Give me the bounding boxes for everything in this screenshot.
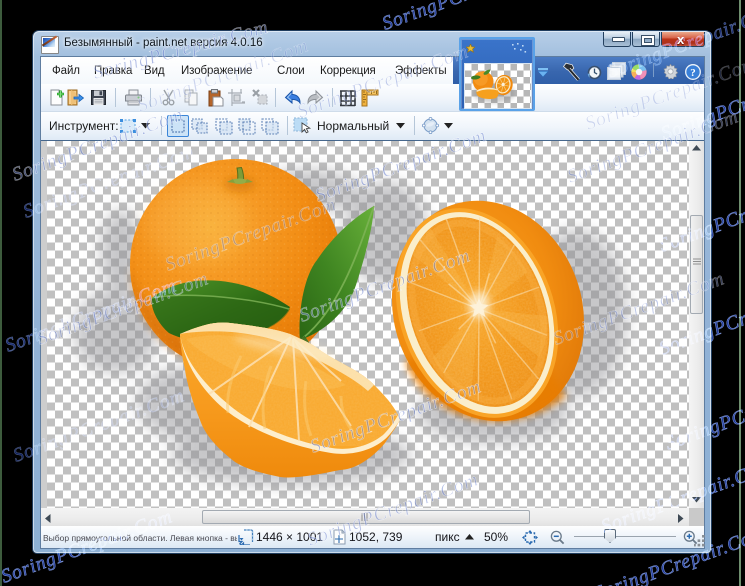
svg-text:?: ? — [690, 67, 696, 79]
svg-text:SoringPCrepair.Com: SoringPCrepair.Com — [380, 0, 557, 35]
